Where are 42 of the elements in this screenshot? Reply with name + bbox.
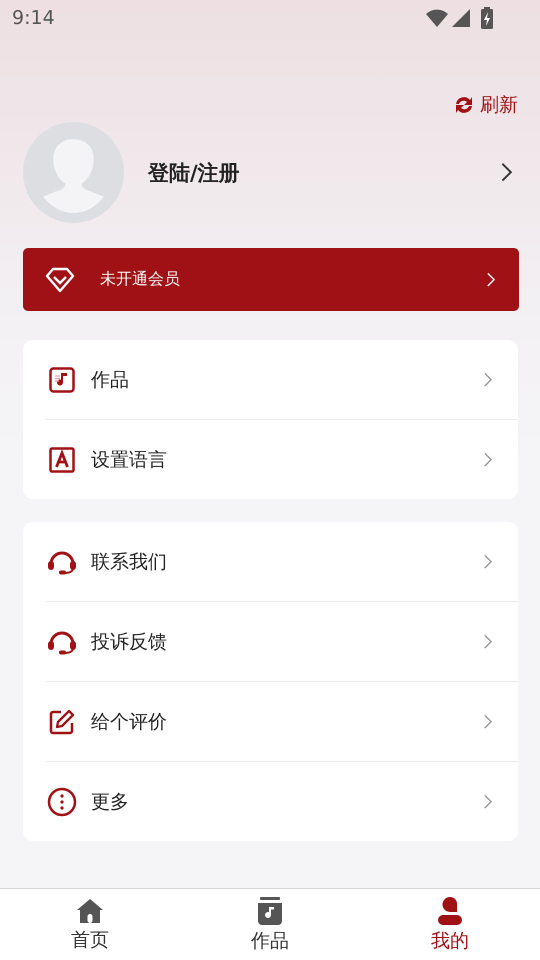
menu-label: 联系我们 (91, 550, 168, 574)
chevron-icon (483, 452, 492, 468)
refresh-button[interactable]: 刷新 (452, 92, 518, 118)
menu-label: 给个评价 (91, 710, 168, 734)
chevron-icon (486, 272, 495, 288)
music-note-icon (49, 366, 75, 392)
chevron-icon (483, 714, 492, 730)
tab[interactable]: 我的 (360, 889, 540, 960)
membership-banner[interactable]: 未开通会员 (23, 248, 519, 311)
menu-item[interactable]: 更多 (46, 761, 518, 841)
diamond-icon (45, 266, 75, 292)
menu-label: 投诉反馈 (91, 630, 168, 654)
headset-icon (47, 548, 77, 574)
person-icon (437, 897, 463, 925)
profile-row[interactable]: 登陆/注册 (0, 122, 540, 223)
chevron-icon (483, 794, 492, 810)
menu-label: 更多 (91, 790, 130, 814)
chevron-icon (500, 162, 512, 183)
chevron-icon (483, 554, 492, 570)
tab[interactable]: 作品 (180, 889, 360, 960)
menu-item[interactable]: 联系我们 (23, 522, 518, 601)
chevron-icon (483, 372, 492, 388)
more-icon (47, 786, 77, 816)
tab[interactable]: 首页 (0, 889, 180, 960)
edit-icon (49, 708, 75, 734)
menu-item[interactable]: 作品 (23, 340, 518, 419)
menu-item[interactable]: 给个评价 (46, 681, 518, 761)
membership-status: 未开通会员 (100, 269, 181, 290)
music-album-icon (257, 897, 283, 925)
status-time: 9:14 (12, 7, 55, 29)
letter-a-icon (49, 446, 75, 472)
headset-icon (47, 628, 77, 654)
menu-item[interactable]: 投诉反馈 (46, 601, 518, 681)
signal-icon (452, 9, 470, 27)
home-icon (76, 898, 104, 924)
menu-label: 设置语言 (91, 448, 168, 472)
chevron-icon (483, 634, 492, 650)
menu-label: 作品 (91, 368, 130, 392)
wifi-icon (426, 9, 448, 27)
menu-item[interactable]: 设置语言 (46, 419, 518, 499)
battery-icon (480, 7, 494, 29)
login-register-link[interactable]: 登陆/注册 (148, 158, 500, 186)
